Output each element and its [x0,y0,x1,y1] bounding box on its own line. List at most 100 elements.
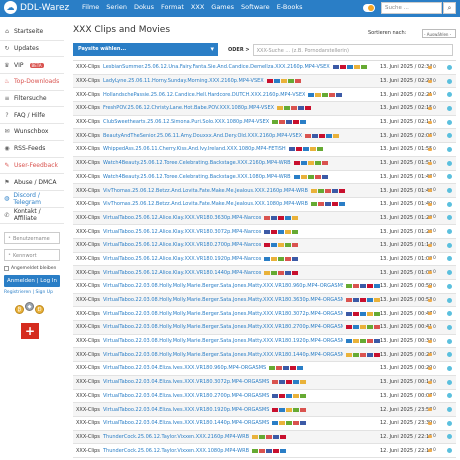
table-row[interactable]: XXX-Clips FreshPOV.25.06.12.Christy.Lane.… [73,102,456,116]
row-title-link[interactable]: VirtualTaboo.25.06.12.Alice.Klay.XXX.VR1… [103,270,261,276]
row-comments[interactable]: 0 [428,434,436,439]
table-row[interactable]: XXX-Clips LesbianSummer.25.06.12.Una.Fair… [73,61,456,75]
info-icon[interactable] [447,393,452,399]
row-title-link[interactable]: VirtualTaboo.25.06.12.Alice.Klay.XXX.VR1… [103,229,261,235]
table-row[interactable]: XXX-Clips BeautyAndTheSenior.25.06.11.Amy… [73,129,456,144]
table-row[interactable]: XXX-Clips VirtualTaboo.22.03.08.Holly.Mol… [73,321,456,335]
info-icon[interactable] [447,133,452,139]
row-comments[interactable]: 0 [428,188,436,193]
row-title-link[interactable]: VivThomas.25.06.12.Betzz.And.Lovita.Fate… [103,188,308,194]
row-comments[interactable]: 0 [428,325,436,330]
site-logo[interactable]: ☁ DDL-Warez [4,1,69,14]
table-row[interactable]: XXX-Clips VirtualTaboo.22.03.04.Eliza.Ive… [73,390,456,404]
menu-item-dokus[interactable]: Dokus [134,3,154,11]
row-category[interactable]: XXX-Clips [73,188,103,194]
checkbox-icon[interactable] [4,266,9,272]
table-row[interactable]: XXX-Clips VirtualTaboo.25.06.12.Alice.Kla… [73,238,456,253]
info-icon[interactable] [447,297,452,303]
row-category[interactable]: XXX-Clips [73,311,103,317]
row-category[interactable]: XXX-Clips [73,146,103,152]
table-row[interactable]: XXX-Clips Watch4Beauty.25.06.12.Toree.Cel… [73,156,456,171]
login-button[interactable]: Anmelden | Log In [4,275,60,288]
table-row[interactable]: XXX-Clips ClubSweethearts.25.06.12.Simona… [73,116,456,130]
sidebar-item-9[interactable]: ⚑ Abuse / DMCA [0,174,64,191]
row-title-link[interactable]: BeautyAndTheSenior.25.06.11.Amy.Douxxx.A… [103,133,302,139]
menu-item-filme[interactable]: Filme [82,3,99,11]
row-comments[interactable]: 0 [428,407,436,412]
info-icon[interactable] [447,270,452,276]
row-category[interactable]: XXX-Clips [73,407,103,413]
row-comments[interactable]: 0 [428,243,436,248]
row-title-link[interactable]: VirtualTaboo.25.06.12.Alice.Klay.XXX.VR1… [103,215,261,221]
info-icon[interactable] [447,188,452,194]
row-category[interactable]: XXX-Clips [73,229,103,235]
table-row[interactable]: XXX-Clips Watch4Beauty.25.06.12.Toree.Cel… [73,171,456,185]
row-comments[interactable]: 0 [428,147,436,152]
row-title-link[interactable]: Watch4Beauty.25.06.12.Toree.Celebrating.… [103,160,291,166]
row-category[interactable]: XXX-Clips [73,105,103,111]
info-icon[interactable] [447,160,452,166]
row-category[interactable]: XXX-Clips [73,64,103,70]
info-icon[interactable] [447,420,452,426]
row-title-link[interactable]: ClubSweethearts.25.06.12.Simona.Puri.Sol… [103,119,269,125]
row-title-link[interactable]: HollandschePassie.25.06.12.Candice.Hell.… [103,92,305,98]
table-row[interactable]: XXX-Clips VirtualTaboo.22.03.08.Holly.Mol… [73,307,456,322]
table-row[interactable]: XXX-Clips WhippedAss.25.06.11.Cherry.Kiss… [73,143,456,157]
row-category[interactable]: XXX-Clips [73,174,103,180]
register-link[interactable]: Registrieren | Sign Up [4,290,64,295]
row-title-link[interactable]: VirtualTaboo.22.03.08.Holly.Molly.Marie.… [103,338,343,344]
sidebar-item-3[interactable]: ♨ Top-Downloads [0,74,64,91]
row-comments[interactable]: 0 [428,65,436,70]
row-category[interactable]: XXX-Clips [73,379,103,385]
table-row[interactable]: XXX-Clips VirtualTaboo.22.03.04.Eliza.Ive… [73,362,456,376]
row-title-link[interactable]: VirtualTaboo.22.03.08.Holly.Molly.Marie.… [103,297,343,303]
row-category[interactable]: XXX-Clips [73,393,103,399]
nav-search-input[interactable]: Suche ... [381,2,442,14]
info-icon[interactable] [447,352,452,358]
row-category[interactable]: XXX-Clips [73,242,103,248]
table-row[interactable]: XXX-Clips VirtualTaboo.22.03.04.Eliza.Ive… [73,417,456,431]
table-row[interactable]: XXX-Clips VivThomas.25.06.12.Betzz.And.Lo… [73,198,456,212]
row-comments[interactable]: 0 [428,256,436,261]
info-icon[interactable] [447,311,452,317]
table-row[interactable]: XXX-Clips VirtualTaboo.22.03.08.Holly.Mol… [73,280,456,294]
menu-item-software[interactable]: Software [241,3,270,11]
row-category[interactable]: XXX-Clips [73,119,103,125]
table-row[interactable]: XXX-Clips VirtualTaboo.25.06.12.Alice.Kla… [73,225,456,239]
row-comments[interactable]: 0 [428,133,436,138]
row-category[interactable]: XXX-Clips [73,352,103,358]
table-row[interactable]: XXX-Clips VirtualTaboo.25.06.12.Alice.Kla… [73,266,456,280]
row-title-link[interactable]: VivThomas.25.06.12.Betzz.And.Lovita.Fate… [103,201,308,207]
row-category[interactable]: XXX-Clips [73,338,103,344]
row-title-link[interactable]: VirtualTaboo.22.03.08.Holly.Molly.Marie.… [103,352,343,358]
info-icon[interactable] [447,256,452,262]
row-comments[interactable]: 0 [428,202,436,207]
info-icon[interactable] [447,324,452,330]
row-comments[interactable]: 0 [428,421,436,426]
menu-item-xxx[interactable]: XXX [191,3,204,11]
row-title-link[interactable]: ThunderCock.25.06.12.Taylor.Vixxen.XXX.2… [103,434,249,440]
search-icon[interactable]: ⌕ [443,2,456,14]
info-icon[interactable] [447,78,452,84]
table-row[interactable]: XXX-Clips VirtualTaboo.22.03.08.Holly.Mol… [73,335,456,349]
row-comments[interactable]: 0 [428,120,436,125]
theme-toggle[interactable] [363,4,375,12]
row-comments[interactable]: 0 [428,393,436,398]
info-icon[interactable] [447,448,452,454]
row-comments[interactable]: 0 [428,366,436,371]
row-category[interactable]: XXX-Clips [73,160,103,166]
password-input[interactable]: Kennwort [4,249,60,262]
row-comments[interactable]: 0 [428,92,436,97]
info-icon[interactable] [447,64,452,70]
row-category[interactable]: XXX-Clips [73,92,103,98]
row-category[interactable]: XXX-Clips [73,270,103,276]
row-comments[interactable]: 0 [428,161,436,166]
info-icon[interactable] [447,119,452,125]
row-title-link[interactable]: VirtualTaboo.25.06.12.Alice.Klay.XXX.VR1… [103,242,261,248]
xxx-search-input[interactable]: XXX-Suche ... (z.B. Pornodarstellerin) [252,43,453,56]
row-title-link[interactable]: LadyLyne.25.06.11.Horny.Sunday.Morning.X… [103,78,264,84]
row-comments[interactable]: 0 [428,311,436,316]
row-comments[interactable]: 0 [428,229,436,234]
row-comments[interactable]: 0 [428,448,436,453]
row-title-link[interactable]: ThunderCock.25.06.12.Taylor.Vixxen.XXX.1… [103,448,249,454]
